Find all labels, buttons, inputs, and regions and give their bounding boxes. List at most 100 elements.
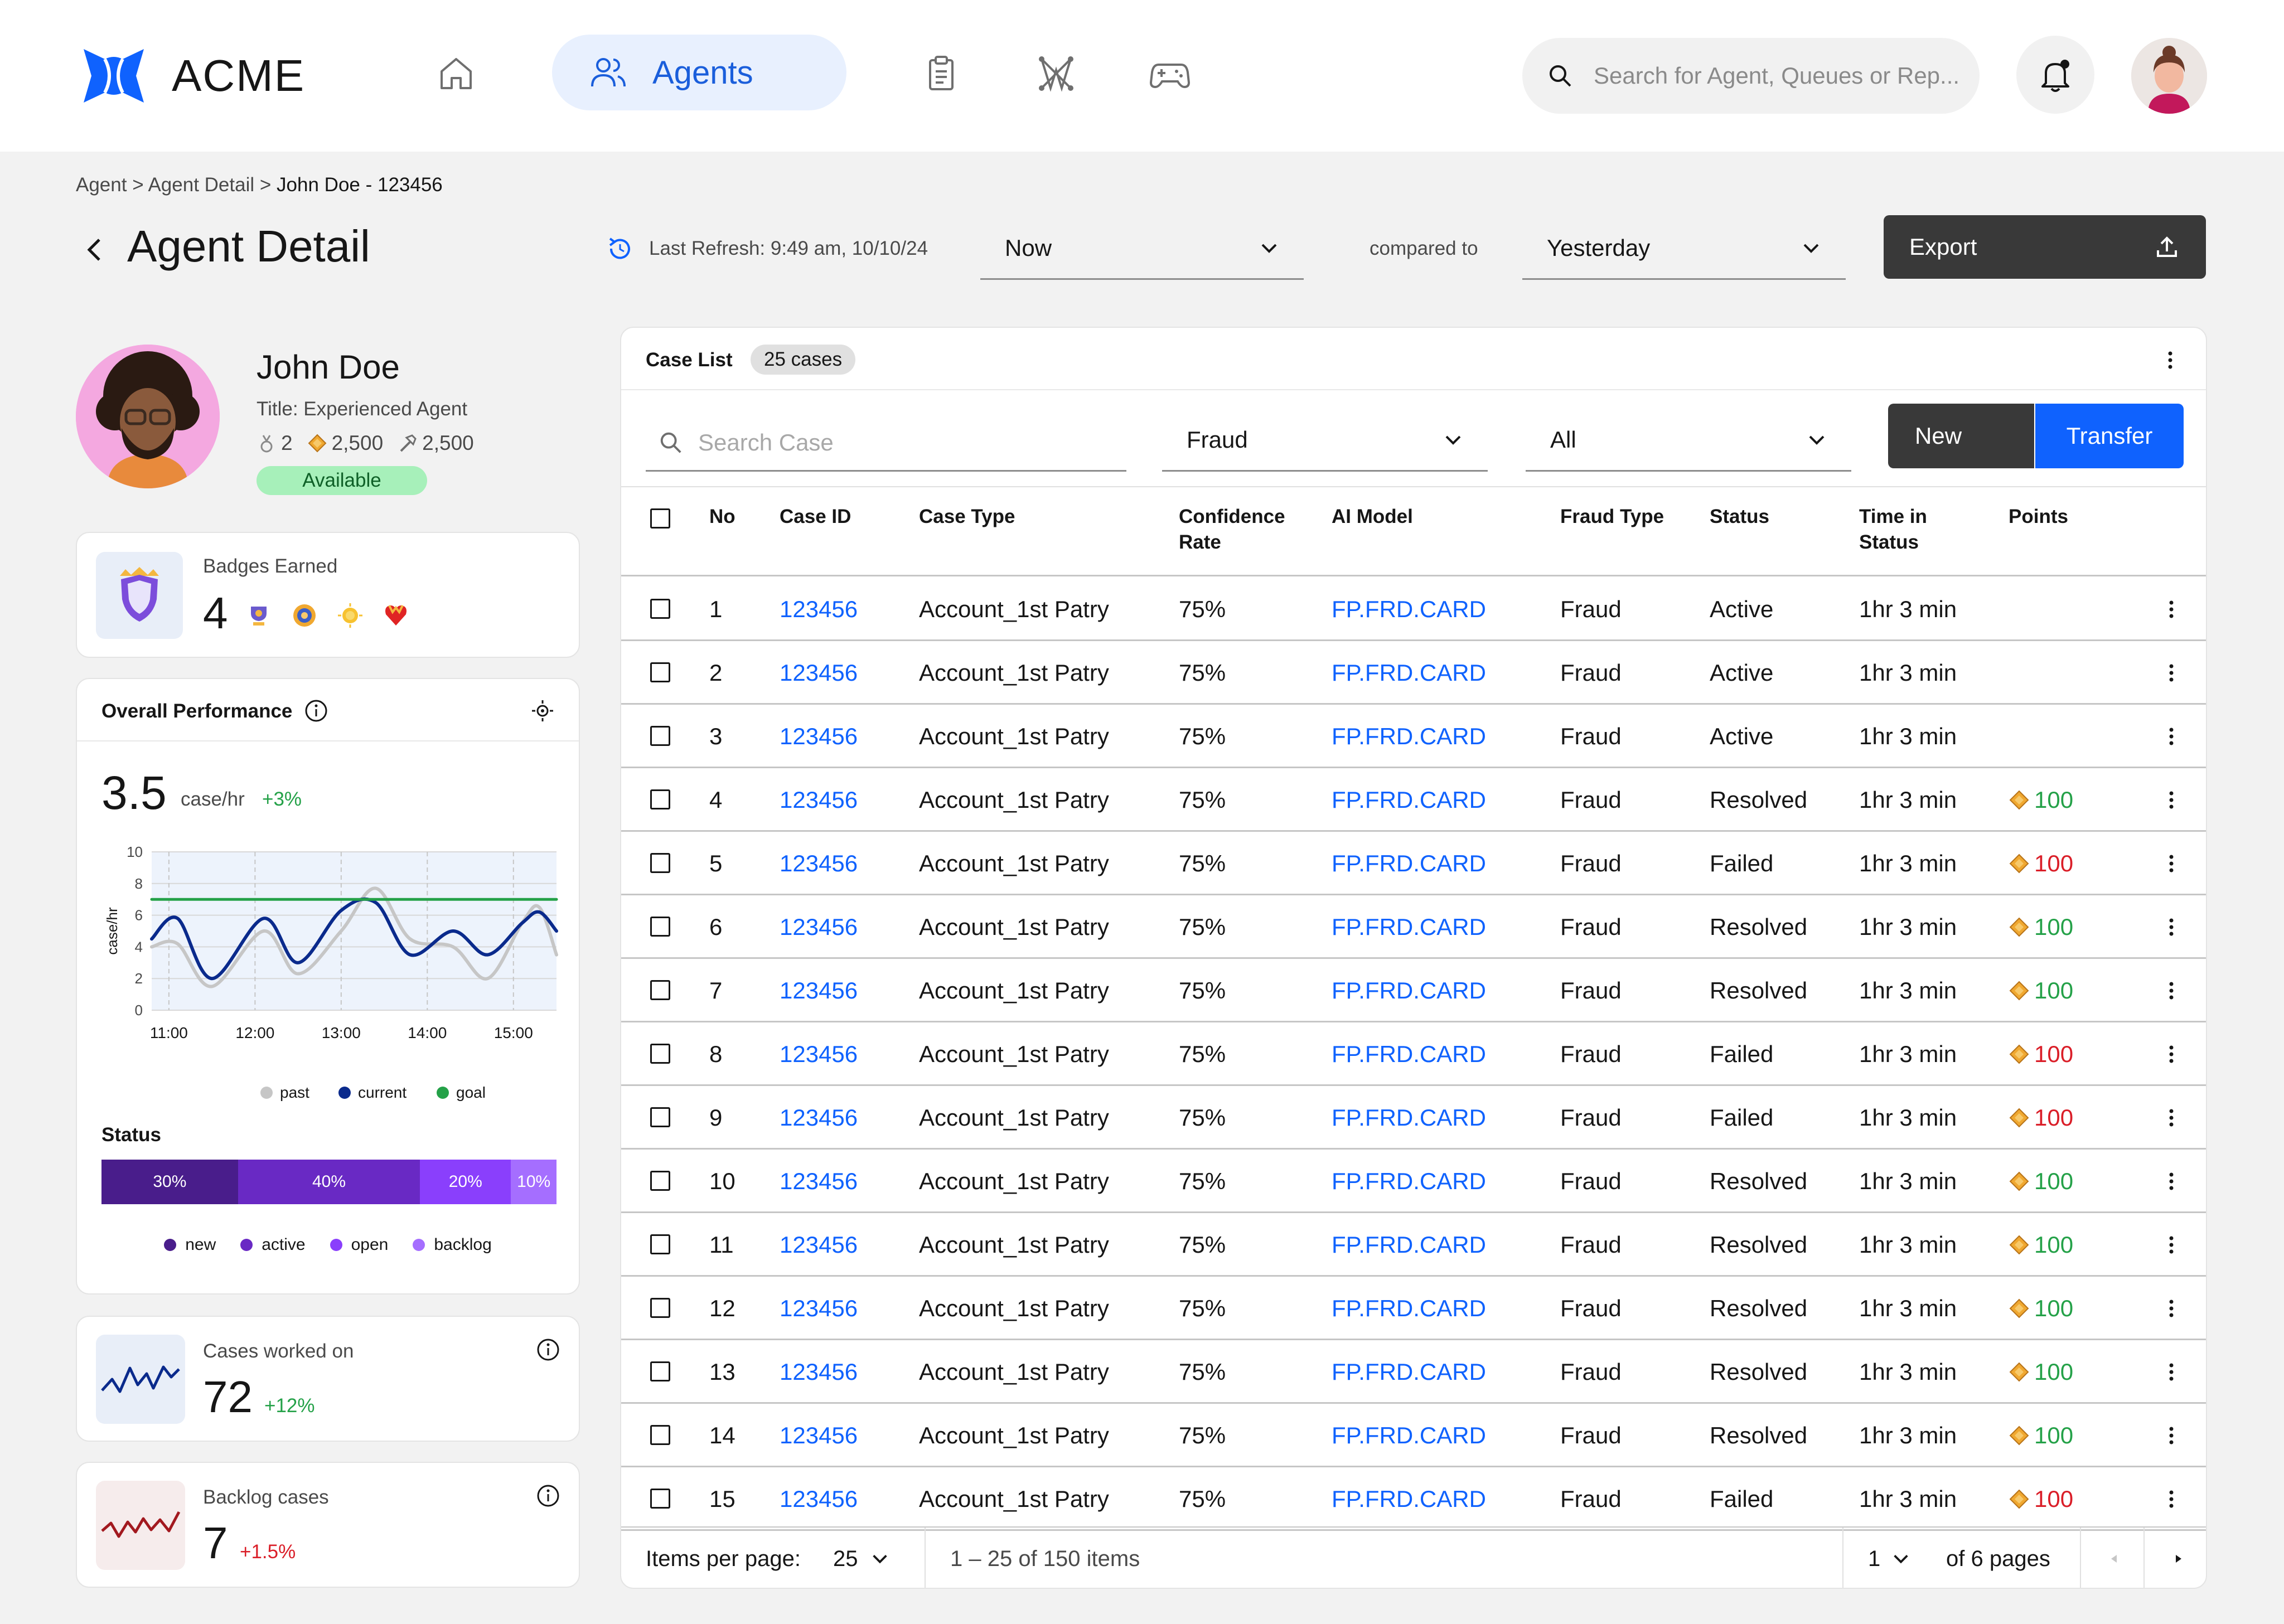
cell-ai-model[interactable]: FP.FRD.CARD — [1332, 895, 1486, 959]
info-icon[interactable] — [536, 1338, 560, 1361]
badge-medal-icon[interactable] — [290, 601, 319, 630]
page-select[interactable]: 1 — [1868, 1528, 1910, 1588]
refresh-icon[interactable] — [606, 234, 635, 263]
col-confidence-rate[interactable]: Confidence Rate — [1179, 504, 1296, 555]
cell-ai-model[interactable]: FP.FRD.CARD — [1332, 1022, 1486, 1086]
info-icon[interactable] — [536, 1484, 560, 1507]
cell-case-id[interactable]: 123456 — [780, 895, 858, 959]
cell-case-id[interactable]: 123456 — [780, 1404, 858, 1467]
transfer-button[interactable]: Transfer — [2035, 404, 2184, 468]
fraud-type-filter[interactable]: Fraud — [1162, 409, 1488, 472]
table-row[interactable]: 15 123456 Account_1st Patry 75% FP.FRD.CARD F… — [621, 1467, 2206, 1531]
cell-ai-model[interactable]: FP.FRD.CARD — [1332, 832, 1486, 895]
row-overflow-menu-icon[interactable] — [2159, 1233, 2184, 1257]
cell-case-id[interactable]: 123456 — [780, 705, 858, 768]
row-checkbox[interactable] — [650, 662, 670, 682]
logo[interactable]: ACME — [83, 47, 305, 105]
badge-trophy-icon[interactable] — [244, 601, 273, 630]
global-search-input[interactable]: Search for Agent, Queues or Rep... — [1522, 38, 1980, 114]
cell-case-id[interactable]: 123456 — [780, 1086, 858, 1150]
row-overflow-menu-icon[interactable] — [2159, 978, 2184, 1003]
table-row[interactable]: 14 123456 Account_1st Patry 75% FP.FRD.CARD F… — [621, 1404, 2206, 1467]
table-row[interactable]: 5 123456 Account_1st Patry 75% FP.FRD.CARD Fr… — [621, 832, 2206, 895]
row-overflow-menu-icon[interactable] — [2159, 915, 2184, 939]
cell-case-id[interactable]: 123456 — [780, 641, 858, 705]
table-row[interactable]: 8 123456 Account_1st Patry 75% FP.FRD.CARD Fr… — [621, 1022, 2206, 1086]
row-checkbox[interactable] — [650, 1361, 670, 1381]
row-overflow-menu-icon[interactable] — [2159, 1106, 2184, 1130]
row-overflow-menu-icon[interactable] — [2159, 724, 2184, 749]
row-overflow-menu-icon[interactable] — [2159, 1169, 2184, 1194]
prev-page-button[interactable] — [2104, 1528, 2123, 1588]
period-select[interactable]: Now — [980, 217, 1304, 280]
nav-reports[interactable] — [921, 54, 961, 94]
user-avatar[interactable] — [2131, 38, 2207, 114]
notifications-button[interactable] — [2016, 36, 2094, 114]
col-time-in-status[interactable]: Time in Status — [1859, 504, 1937, 555]
row-overflow-menu-icon[interactable] — [2159, 851, 2184, 876]
row-checkbox[interactable] — [650, 1425, 670, 1445]
cell-ai-model[interactable]: FP.FRD.CARD — [1332, 1277, 1486, 1340]
breadcrumb-agent-detail[interactable]: Agent Detail — [148, 174, 254, 196]
status-filter[interactable]: All — [1526, 409, 1851, 472]
breadcrumb-agent[interactable]: Agent — [76, 174, 127, 196]
cell-ai-model[interactable]: FP.FRD.CARD — [1332, 705, 1486, 768]
cell-case-id[interactable]: 123456 — [780, 1213, 858, 1277]
row-overflow-menu-icon[interactable] — [2159, 1423, 2184, 1448]
nav-agents[interactable]: Agents — [552, 35, 846, 110]
info-icon[interactable] — [304, 699, 328, 723]
cell-ai-model[interactable]: FP.FRD.CARD — [1332, 641, 1486, 705]
cell-ai-model[interactable]: FP.FRD.CARD — [1332, 1467, 1486, 1531]
table-row[interactable]: 1 123456 Account_1st Patry 75% FP.FRD.CARD Fr… — [621, 578, 2206, 641]
cell-ai-model[interactable]: FP.FRD.CARD — [1332, 1213, 1486, 1277]
select-all-checkbox[interactable] — [650, 508, 670, 529]
table-row[interactable]: 10 123456 Account_1st Patry 75% FP.FRD.CARD F… — [621, 1150, 2206, 1213]
row-checkbox[interactable] — [650, 599, 670, 619]
col-ai-model[interactable]: AI Model — [1332, 504, 1413, 530]
row-checkbox[interactable] — [650, 853, 670, 873]
col-no[interactable]: No — [709, 504, 735, 530]
col-points[interactable]: Points — [2009, 504, 2068, 530]
nav-home[interactable] — [436, 54, 476, 94]
cell-case-id[interactable]: 123456 — [780, 959, 858, 1022]
row-overflow-menu-icon[interactable] — [2159, 661, 2184, 685]
export-button[interactable]: Export — [1884, 215, 2206, 279]
cell-case-id[interactable]: 123456 — [780, 1022, 858, 1086]
nav-games[interactable] — [1149, 54, 1191, 94]
row-overflow-menu-icon[interactable] — [2159, 597, 2184, 622]
locate-icon[interactable] — [530, 698, 555, 724]
row-checkbox[interactable] — [650, 980, 670, 1000]
table-row[interactable]: 13 123456 Account_1st Patry 75% FP.FRD.CARD F… — [621, 1340, 2206, 1404]
table-row[interactable]: 11 123456 Account_1st Patry 75% FP.FRD.CARD F… — [621, 1213, 2206, 1277]
cell-ai-model[interactable]: FP.FRD.CARD — [1332, 1150, 1486, 1213]
table-row[interactable]: 9 123456 Account_1st Patry 75% FP.FRD.CARD Fr… — [621, 1086, 2206, 1150]
row-overflow-menu-icon[interactable] — [2159, 1487, 2184, 1511]
cell-case-id[interactable]: 123456 — [780, 1340, 858, 1404]
compare-select[interactable]: Yesterday — [1522, 217, 1846, 280]
cell-ai-model[interactable]: FP.FRD.CARD — [1332, 959, 1486, 1022]
row-checkbox[interactable] — [650, 1234, 670, 1254]
cell-case-id[interactable]: 123456 — [780, 1467, 858, 1531]
overflow-menu-icon[interactable] — [2158, 348, 2183, 372]
cell-ai-model[interactable]: FP.FRD.CARD — [1332, 1340, 1486, 1404]
nav-network[interactable] — [1036, 54, 1076, 94]
row-checkbox[interactable] — [650, 1044, 670, 1064]
row-checkbox[interactable] — [650, 1298, 670, 1318]
badge-heart-icon[interactable] — [381, 601, 410, 630]
col-status[interactable]: Status — [1710, 504, 1769, 530]
table-row[interactable]: 6 123456 Account_1st Patry 75% FP.FRD.CARD Fr… — [621, 895, 2206, 959]
cell-case-id[interactable]: 123456 — [780, 768, 858, 832]
case-search-input[interactable]: Search Case — [646, 415, 1126, 472]
row-overflow-menu-icon[interactable] — [2159, 1296, 2184, 1321]
cell-ai-model[interactable]: FP.FRD.CARD — [1332, 768, 1486, 832]
col-fraud-type[interactable]: Fraud Type — [1560, 504, 1664, 530]
col-case-type[interactable]: Case Type — [919, 504, 1015, 530]
col-case-id[interactable]: Case ID — [780, 504, 851, 530]
row-checkbox[interactable] — [650, 1171, 670, 1191]
cell-ai-model[interactable]: FP.FRD.CARD — [1332, 1404, 1486, 1467]
cell-case-id[interactable]: 123456 — [780, 1277, 858, 1340]
row-overflow-menu-icon[interactable] — [2159, 788, 2184, 812]
cell-case-id[interactable]: 123456 — [780, 578, 858, 641]
row-checkbox[interactable] — [650, 1489, 670, 1509]
row-checkbox[interactable] — [650, 726, 670, 746]
